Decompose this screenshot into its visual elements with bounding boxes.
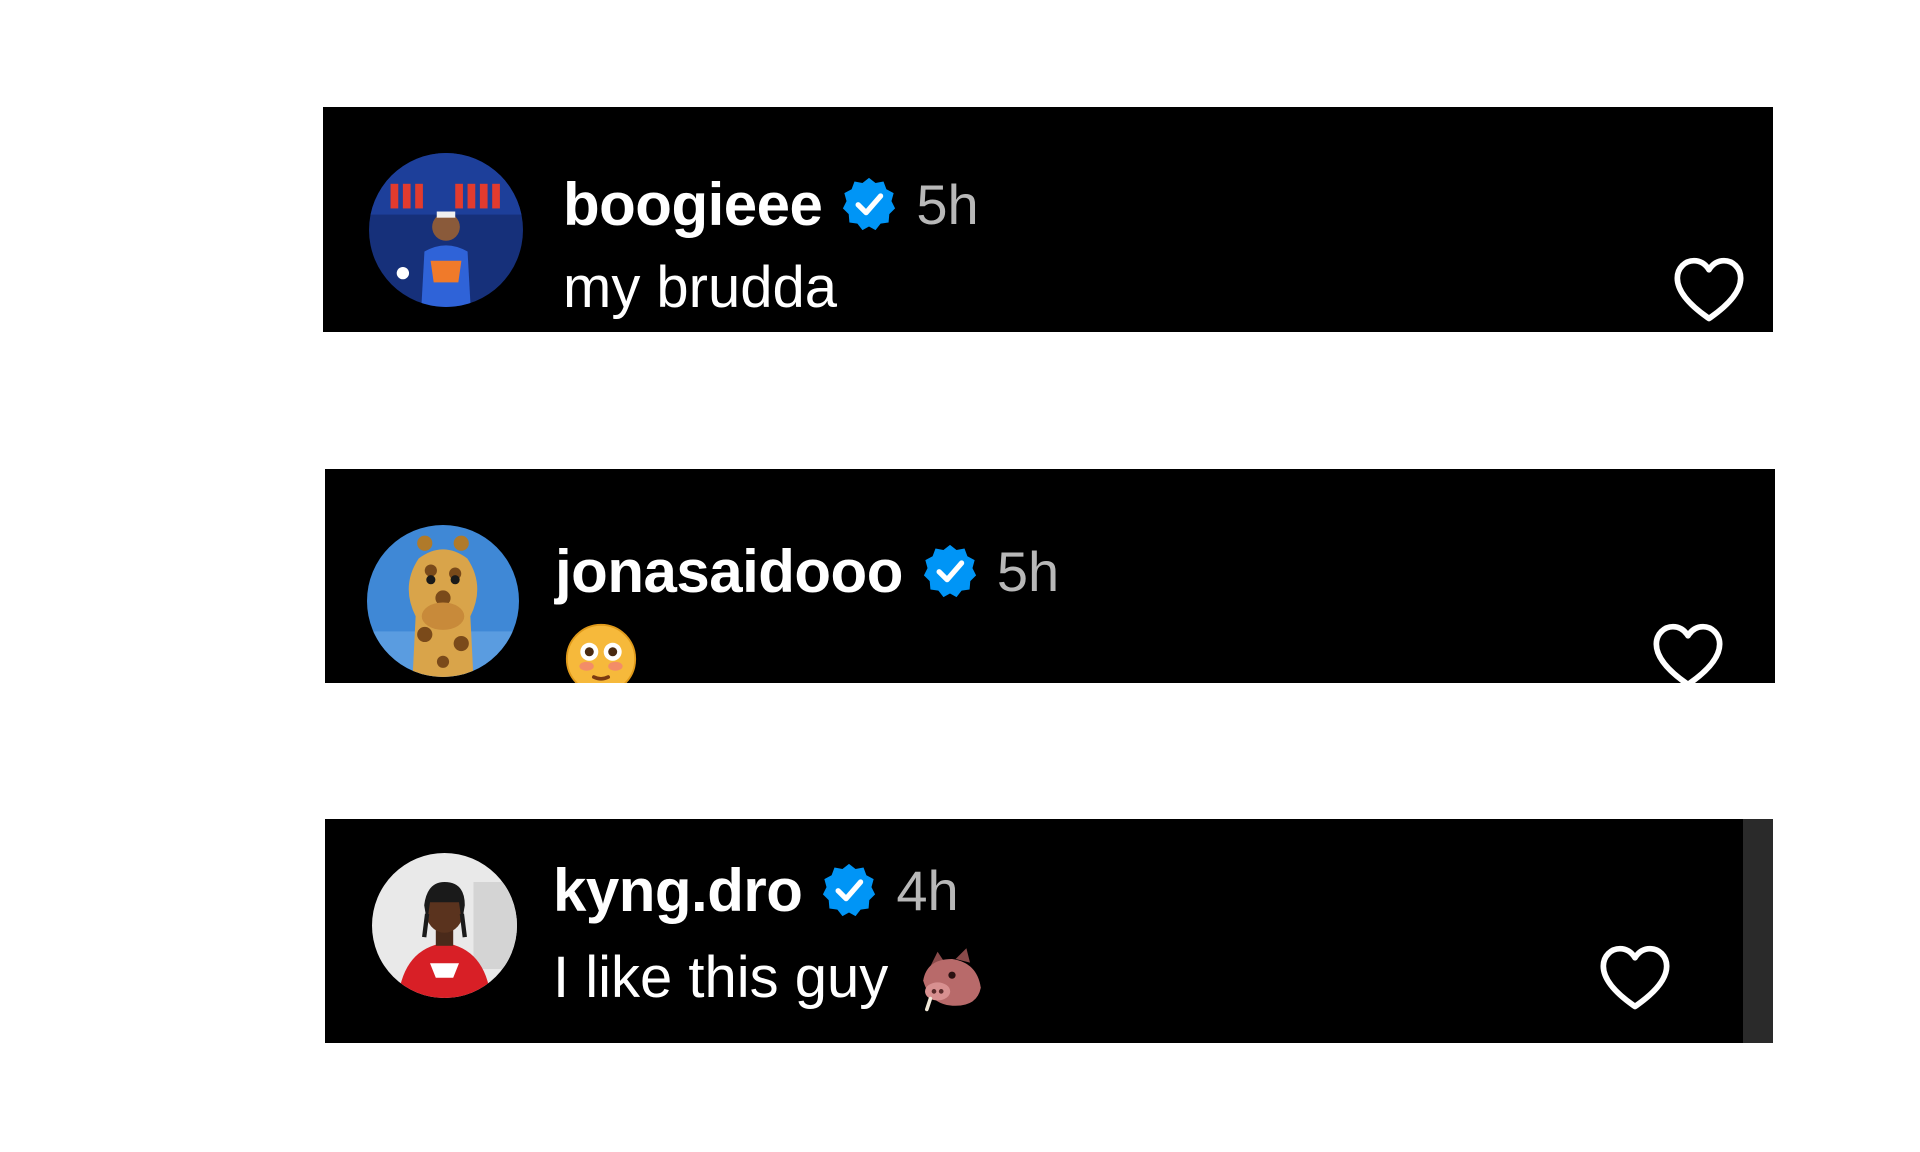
username[interactable]: boogieee: [563, 170, 823, 239]
comment-header: kyng.dro 4h: [553, 845, 959, 935]
comment-body: my brudda: [563, 254, 838, 320]
flushed-face-icon: [565, 623, 637, 683]
verified-badge-icon: [921, 542, 979, 600]
comment-time: 5h: [996, 539, 1060, 603]
like-heart-icon[interactable]: [1671, 255, 1747, 325]
comment-header: boogieee 5h: [563, 159, 979, 249]
avatar[interactable]: [367, 525, 519, 677]
scrollbar[interactable]: [1743, 819, 1773, 1043]
avatar[interactable]: [369, 153, 523, 307]
avatar-basketball-player-icon: [369, 153, 523, 307]
verified-badge-icon: [820, 861, 878, 919]
comment-text: I like this guy: [553, 937, 988, 1017]
comment-text: [565, 619, 637, 683]
boar-face-icon: [916, 941, 988, 1013]
comment-card: jonasaidooo 5h: [325, 469, 1775, 683]
comment-text: my brudda: [563, 247, 837, 327]
like-heart-icon[interactable]: [1597, 943, 1673, 1013]
comment-card: boogieee 5h my brudda: [323, 107, 1773, 332]
username[interactable]: jonasaidooo: [555, 537, 903, 606]
comment-body: I like this guy: [553, 944, 889, 1010]
avatar[interactable]: [372, 853, 517, 998]
avatar-giraffe-icon: [367, 525, 519, 677]
comment-time: 5h: [916, 172, 979, 236]
comment-card: kyng.dro 4h I like this guy: [325, 819, 1773, 1043]
username[interactable]: kyng.dro: [553, 856, 803, 925]
avatar-man-red-shirt-icon: [372, 853, 517, 998]
comment-header: jonasaidooo 5h: [555, 526, 1059, 616]
like-heart-icon[interactable]: [1650, 621, 1726, 683]
comment-time: 4h: [896, 858, 959, 922]
verified-badge-icon: [840, 175, 898, 233]
